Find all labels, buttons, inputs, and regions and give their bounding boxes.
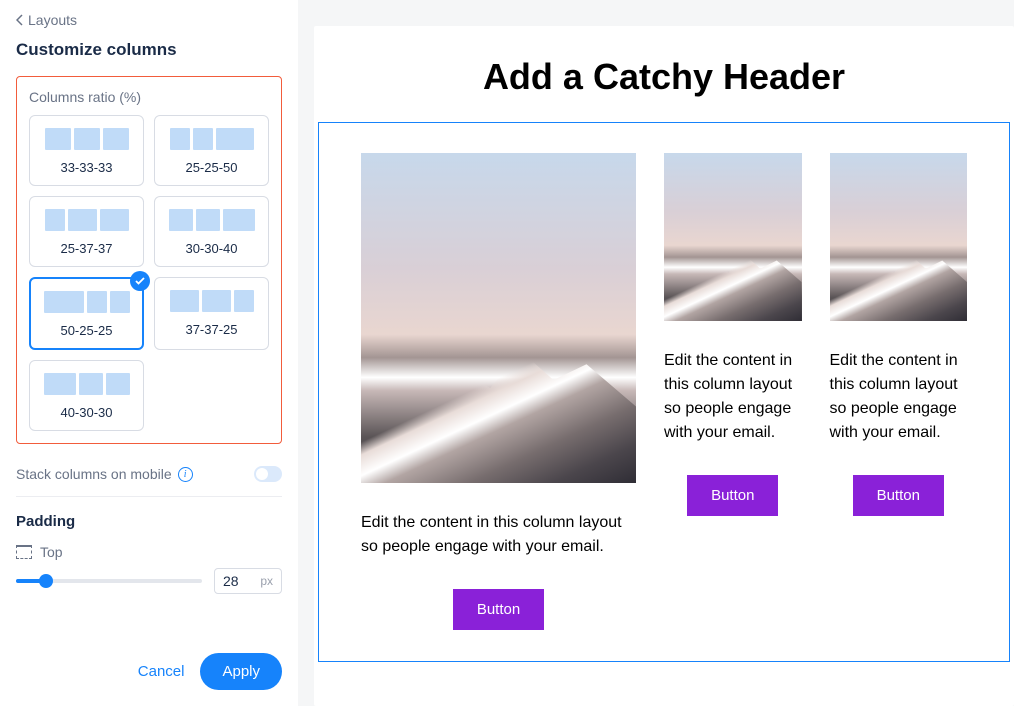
ratio-option-37-37-25[interactable]: 37-37-25 [154, 277, 269, 350]
preview-image-2[interactable] [664, 153, 802, 321]
ratio-option-40-30-30[interactable]: 40-30-30 [29, 360, 144, 431]
check-icon [130, 271, 150, 291]
cancel-button[interactable]: Cancel [138, 663, 185, 680]
padding-side-label: Top [40, 544, 63, 560]
preview-image-1[interactable] [361, 153, 636, 483]
ratio-option-label: 25-37-37 [38, 241, 135, 256]
padding-unit: px [260, 574, 273, 588]
info-icon[interactable]: i [178, 467, 193, 482]
columns-ratio-grid: 33-33-33 25-25-50 25-37-37 30-30-40 50-25-25… [29, 115, 269, 431]
apply-button[interactable]: Apply [200, 653, 282, 690]
canvas: Add a Catchy Header Edit the content in … [298, 0, 1014, 706]
stack-columns-row: Stack columns on mobile i [16, 452, 282, 497]
preview-header[interactable]: Add a Catchy Header [314, 56, 1014, 98]
padding-value-input[interactable]: 28 px [214, 568, 282, 594]
columns-ratio-label: Columns ratio (%) [29, 89, 269, 105]
columns-layout[interactable]: Edit the content in this column layout s… [318, 122, 1010, 662]
padding-value: 28 [223, 573, 260, 589]
padding-top-icon [16, 545, 32, 559]
preview-text-1[interactable]: Edit the content in this column layout s… [361, 511, 636, 559]
ratio-option-50-25-25[interactable]: 50-25-25 [29, 277, 144, 350]
ratio-option-25-37-37[interactable]: 25-37-37 [29, 196, 144, 267]
columns-ratio-section: Columns ratio (%) 33-33-33 25-25-50 25-37-… [16, 76, 282, 444]
ratio-option-33-33-33[interactable]: 33-33-33 [29, 115, 144, 186]
ratio-option-label: 30-30-40 [163, 241, 260, 256]
canvas-inner: Add a Catchy Header Edit the content in … [314, 26, 1014, 706]
back-to-layouts[interactable]: Layouts [16, 8, 282, 32]
footer-buttons: Cancel Apply [16, 637, 282, 690]
sidebar-title: Customize columns [16, 40, 282, 60]
preview-column-2[interactable]: Edit the content in this column layout s… [664, 153, 802, 631]
stack-columns-toggle[interactable] [254, 466, 282, 482]
preview-image-3[interactable] [830, 153, 968, 321]
chevron-left-icon [16, 14, 24, 26]
ratio-option-25-25-50[interactable]: 25-25-50 [154, 115, 269, 186]
preview-column-3[interactable]: Edit the content in this column layout s… [830, 153, 968, 631]
padding-slider[interactable] [16, 579, 202, 583]
sidebar: Layouts Customize columns Columns ratio … [0, 0, 298, 706]
padding-side-control: Top [16, 544, 282, 560]
preview-text-2[interactable]: Edit the content in this column layout s… [664, 349, 802, 445]
preview-text-3[interactable]: Edit the content in this column layout s… [830, 349, 968, 445]
preview-button-2[interactable]: Button [687, 475, 778, 516]
preview-button-3[interactable]: Button [853, 475, 944, 516]
ratio-option-label: 50-25-25 [39, 323, 134, 338]
ratio-option-label: 25-25-50 [163, 160, 260, 175]
stack-columns-label: Stack columns on mobile [16, 466, 172, 482]
padding-section: Padding Top 28 px [16, 513, 282, 594]
padding-slider-row: 28 px [16, 568, 282, 594]
ratio-option-label: 40-30-30 [38, 405, 135, 420]
ratio-option-30-30-40[interactable]: 30-30-40 [154, 196, 269, 267]
padding-title: Padding [16, 513, 282, 530]
ratio-option-label: 37-37-25 [163, 322, 260, 337]
back-label: Layouts [28, 12, 77, 28]
ratio-option-label: 33-33-33 [38, 160, 135, 175]
preview-column-1[interactable]: Edit the content in this column layout s… [361, 153, 636, 631]
preview-button-1[interactable]: Button [453, 589, 544, 630]
